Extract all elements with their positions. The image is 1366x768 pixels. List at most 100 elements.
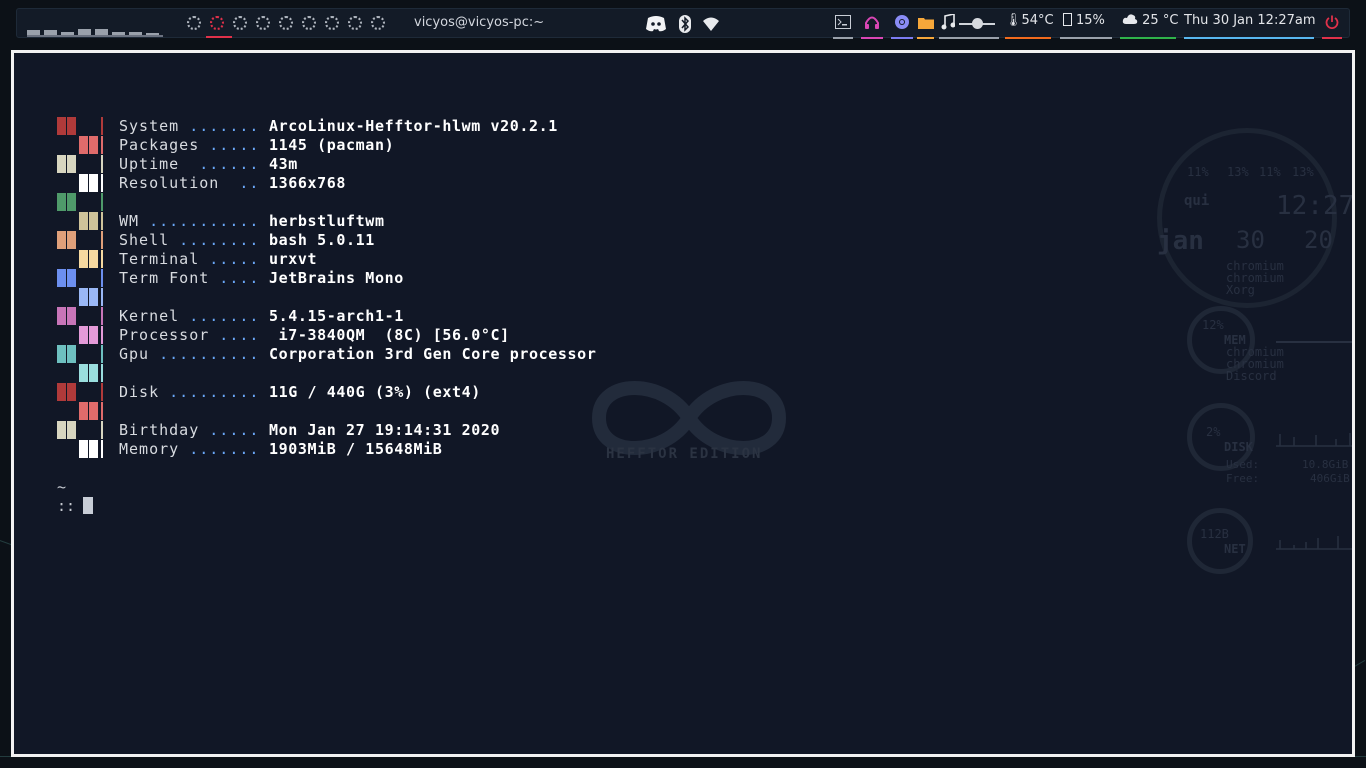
conky-cpu3: 11% bbox=[1259, 165, 1281, 179]
neofetch-label-text: Uptime bbox=[119, 155, 180, 173]
cpu-core-bar bbox=[44, 30, 57, 35]
neofetch-label-dots: ....... bbox=[179, 117, 260, 135]
indicator-underline bbox=[1005, 37, 1051, 39]
conky-net-ring bbox=[1187, 508, 1253, 574]
neofetch-label: Term Font .... bbox=[119, 269, 259, 288]
indicator-underline bbox=[1322, 37, 1342, 39]
color-block bbox=[57, 193, 66, 211]
neofetch-value: Corporation 3rd Gen Core processor bbox=[269, 345, 597, 363]
datetime-text: Thu 30 Jan 12:27am bbox=[1184, 13, 1316, 28]
neofetch-value: 1145 (pacman) bbox=[269, 136, 395, 154]
separator-pipe bbox=[101, 231, 103, 249]
neofetch-value: herbstluftwm bbox=[269, 212, 385, 230]
folder-launcher[interactable] bbox=[917, 13, 934, 39]
neofetch-label: Processor .... bbox=[119, 326, 259, 345]
conky-disk-used-label: Used: bbox=[1226, 458, 1260, 471]
workspace-indicator-icon bbox=[325, 16, 339, 30]
headphones-launcher[interactable] bbox=[861, 13, 883, 39]
workspace-1[interactable] bbox=[185, 12, 203, 38]
cpu-core-bar bbox=[78, 29, 91, 35]
workspace-list bbox=[185, 12, 387, 38]
color-block bbox=[67, 345, 76, 363]
separator-pipe bbox=[101, 269, 103, 287]
terminal-launcher[interactable] bbox=[833, 13, 853, 39]
thermometer-icon: 🌡︎ bbox=[1005, 13, 1022, 28]
separator-pipe bbox=[101, 364, 103, 382]
neofetch-label-dots: ....... bbox=[179, 440, 260, 458]
bluetooth-icon[interactable] bbox=[678, 14, 692, 34]
color-block bbox=[89, 402, 98, 420]
conky-disk-free-label: Free: bbox=[1226, 472, 1260, 485]
color-block bbox=[79, 288, 88, 306]
conky-disk-free: 406GiB bbox=[1310, 472, 1350, 485]
workspace-9[interactable] bbox=[369, 12, 387, 38]
prompt-line[interactable]: :: bbox=[57, 497, 94, 515]
cloud-icon bbox=[1122, 14, 1138, 24]
clock[interactable]: Thu 30 Jan 12:27am bbox=[1184, 13, 1316, 39]
separator-pipe bbox=[101, 440, 103, 458]
color-block bbox=[67, 421, 76, 439]
workspace-4[interactable] bbox=[254, 12, 272, 38]
neofetch-label-dots: .. bbox=[219, 174, 260, 192]
prompt-symbol: :: bbox=[57, 497, 76, 515]
separator-pipe bbox=[101, 383, 103, 401]
color-block bbox=[79, 326, 88, 344]
chromium-launcher[interactable] bbox=[891, 13, 913, 39]
neofetch-label: Resolution .. bbox=[119, 174, 259, 193]
neofetch-label-text: Packages bbox=[119, 136, 200, 154]
discord-icon[interactable] bbox=[645, 15, 667, 33]
hefftor-logo bbox=[591, 381, 787, 455]
neofetch-label-dots: ........ bbox=[169, 231, 260, 249]
active-workspace-underline bbox=[206, 36, 232, 38]
top-bar: vicyos@vicyos-pc:~ 🌡︎54°C 15% 25 °C Thu … bbox=[16, 8, 1350, 39]
workspace-8[interactable] bbox=[346, 12, 364, 38]
separator-pipe bbox=[101, 193, 103, 211]
color-block bbox=[89, 250, 98, 268]
cpu-core-bar bbox=[146, 33, 159, 35]
conky-mem-pct: 12% bbox=[1202, 318, 1224, 332]
volume-slider-knob[interactable] bbox=[971, 18, 983, 29]
text-cursor bbox=[83, 497, 94, 514]
volume-control[interactable] bbox=[939, 13, 999, 39]
cpu-core-bar bbox=[27, 30, 40, 35]
separator-pipe bbox=[101, 307, 103, 325]
neofetch-value: i7-3840QM (8C) [56.0°C] bbox=[269, 326, 510, 344]
terminal-window[interactable]: HEFFTOR EDITION 11% 13% 11% 13% qui 12:2… bbox=[11, 50, 1355, 757]
memory-value: 15% bbox=[1076, 13, 1105, 28]
workspace-indicator-icon bbox=[210, 16, 224, 30]
neofetch-label-text: Gpu bbox=[119, 345, 150, 363]
color-block bbox=[89, 364, 98, 382]
workspace-7[interactable] bbox=[323, 12, 341, 38]
conky-date-day: 30 bbox=[1236, 226, 1265, 254]
indicator-underline bbox=[1060, 37, 1112, 39]
cpu-usage-graph bbox=[27, 13, 163, 37]
cpu-core-bar bbox=[129, 32, 142, 35]
neofetch-label-text: Memory bbox=[119, 440, 180, 458]
neofetch-label-text: Processor bbox=[119, 326, 210, 344]
conky-cpu2: 13% bbox=[1227, 165, 1249, 179]
conky-cpu4: 13% bbox=[1292, 165, 1314, 179]
color-block bbox=[89, 326, 98, 344]
workspace-indicator-icon bbox=[371, 16, 385, 30]
neofetch-label-text: Term Font bbox=[119, 269, 210, 287]
color-block bbox=[57, 269, 66, 287]
conky-date-year: 20 bbox=[1304, 226, 1333, 254]
indicator-underline bbox=[1120, 37, 1176, 39]
workspace-6[interactable] bbox=[300, 12, 318, 38]
workspace-2[interactable] bbox=[206, 12, 232, 38]
workspace-indicator-icon bbox=[256, 16, 270, 30]
color-block bbox=[79, 174, 88, 192]
conky-proc: Xorg bbox=[1226, 283, 1255, 297]
neofetch-label: WM ........... bbox=[119, 212, 259, 231]
wifi-icon[interactable] bbox=[702, 16, 720, 32]
neofetch-label-dots: ...... bbox=[179, 155, 260, 173]
indicator-underline bbox=[891, 37, 913, 39]
conky-net-graph bbox=[1276, 536, 1352, 550]
workspace-5[interactable] bbox=[277, 12, 295, 38]
workspace-3[interactable] bbox=[231, 12, 249, 38]
color-block bbox=[79, 212, 88, 230]
neofetch-label: Packages ..... bbox=[119, 136, 259, 155]
neofetch-label-dots: ........... bbox=[139, 212, 260, 230]
power-button[interactable] bbox=[1322, 13, 1342, 39]
terminal-icon bbox=[835, 15, 851, 29]
